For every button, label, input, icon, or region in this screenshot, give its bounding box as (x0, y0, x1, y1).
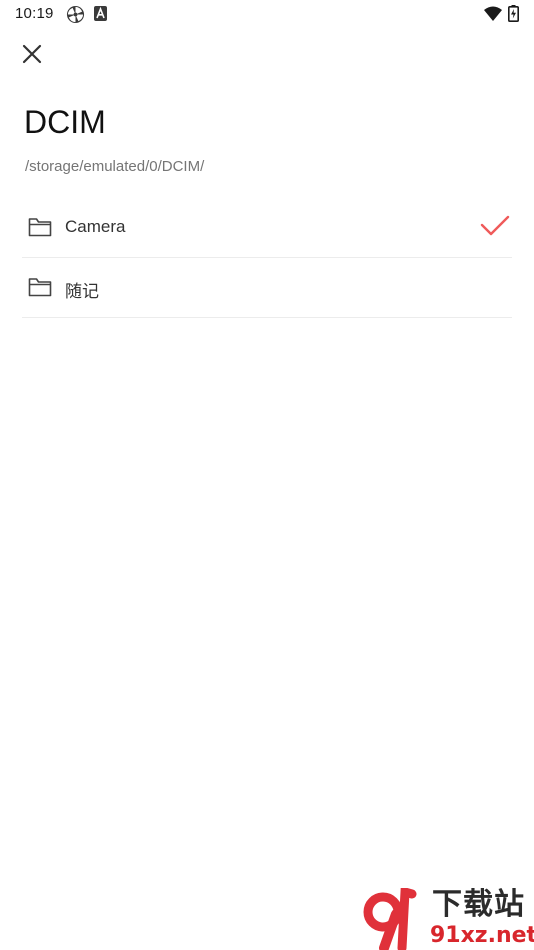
folder-icon (28, 276, 52, 298)
watermark-logo-91 (363, 888, 417, 950)
folder-icon (28, 216, 52, 238)
folder-label: Camera (65, 217, 126, 236)
watermark-chinese-text: 下载站 (432, 888, 525, 921)
folder-label: 随记 (65, 282, 99, 301)
close-icon (22, 44, 42, 64)
status-bar: 10:19 (0, 0, 534, 28)
wifi-icon (484, 6, 502, 26)
folder-item-notes[interactable]: 随记 (22, 258, 512, 318)
a-badge-icon (94, 6, 107, 26)
checkmark-icon (480, 214, 510, 238)
folder-list: Camera 随记 (22, 198, 512, 318)
watermark-domain: 91xz.net (430, 923, 534, 948)
close-button[interactable] (16, 38, 48, 70)
current-path: /storage/emulated/0/DCIM/ (25, 158, 205, 175)
pinwheel-icon (66, 5, 85, 29)
folder-item-camera[interactable]: Camera (22, 198, 512, 258)
site-watermark: 下载站 91xz.net (362, 888, 534, 950)
status-time: 10:19 (15, 5, 54, 22)
page-title: DCIM (24, 104, 106, 140)
battery-charging-icon (508, 5, 519, 27)
